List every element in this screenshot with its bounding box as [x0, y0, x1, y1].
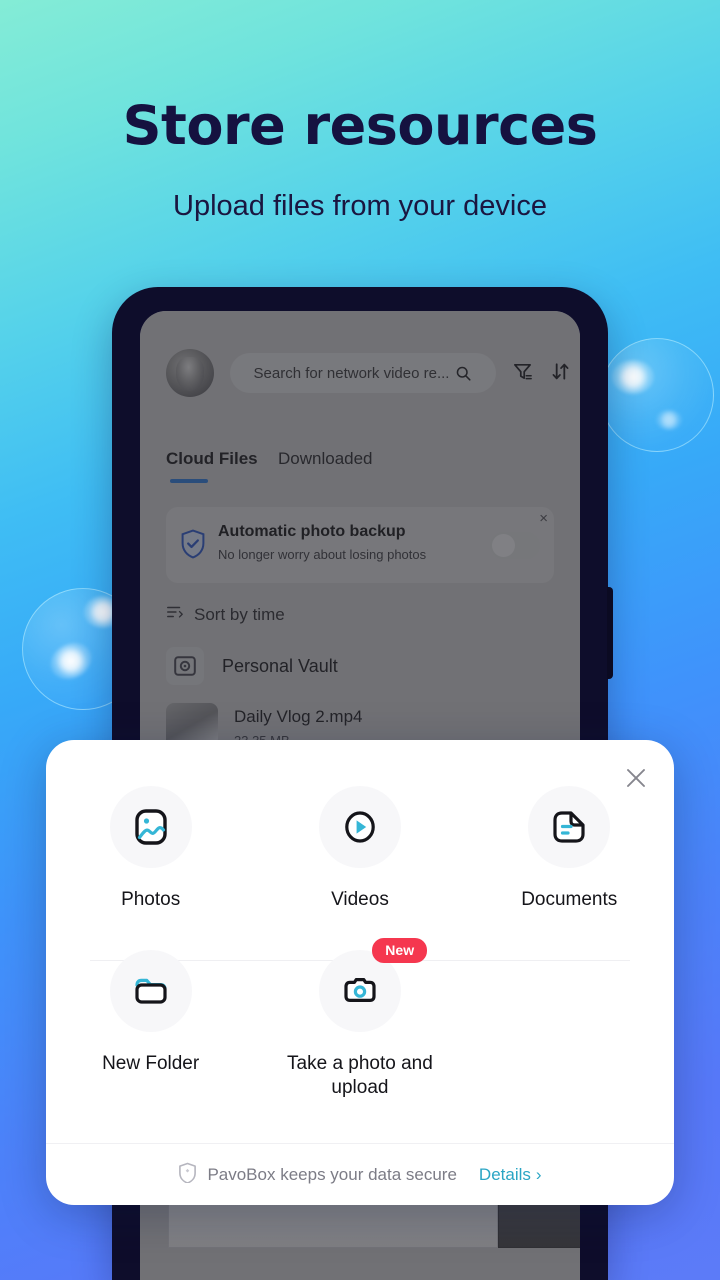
backup-title: Automatic photo backup [218, 523, 406, 540]
backup-subtitle: No longer worry about losing photos [218, 547, 427, 562]
page-title: Store resources [122, 94, 598, 157]
upload-option-label: Photos [121, 889, 181, 910]
upload-options-grid: Photos Videos Documents New Folder New T… [46, 786, 674, 1100]
upload-option-label: Documents [521, 889, 618, 910]
filter-icon[interactable] [512, 361, 533, 387]
upload-option-new-folder[interactable]: New Folder [46, 950, 255, 1100]
backup-banner-close-icon[interactable]: × [539, 511, 548, 526]
chevron-right-icon: › [535, 1164, 542, 1184]
avatar[interactable] [166, 349, 214, 397]
upload-option-videos[interactable]: Videos [255, 786, 464, 912]
search-input[interactable]: Search for network video re... [230, 353, 496, 393]
footer-security-text: PavoBox keeps your data secure [207, 1164, 457, 1184]
upload-option-label: Videos [331, 889, 389, 910]
phone-side-button [607, 587, 613, 679]
tab-active-underline [170, 479, 208, 483]
sort-list-icon [166, 603, 184, 626]
photos-icon [134, 809, 167, 845]
list-item-personal-vault[interactable]: Personal Vault [166, 647, 338, 685]
upload-option-take-photo[interactable]: New Take a photo and upload [255, 938, 464, 1100]
documents-icon [553, 811, 585, 843]
shield-icon [178, 1162, 197, 1188]
upload-option-documents[interactable]: Documents [465, 786, 674, 912]
app-header: Search for network video re... [140, 311, 580, 407]
photos-icon-wrap [109, 786, 192, 868]
upload-option-label: Take a photo and upload [287, 1053, 433, 1098]
new-badge: New [372, 938, 428, 963]
search-icon [457, 366, 472, 381]
videos-icon [345, 811, 375, 843]
footer-details-label: Details [478, 1164, 531, 1184]
page-subtitle: Upload files from your device [173, 190, 547, 222]
app-tabs: Cloud Files Downloaded [140, 449, 580, 493]
search-placeholder: Search for network video re... [253, 364, 450, 382]
sheet-footer: PavoBox keeps your data secure Details › [46, 1143, 674, 1205]
vault-icon [166, 647, 204, 685]
new-folder-icon [135, 978, 167, 1004]
decorative-bubble-right [600, 338, 714, 452]
videos-icon-wrap [318, 786, 401, 868]
footer-details-link[interactable]: Details › [479, 1165, 542, 1185]
sort-toggle-icon[interactable] [550, 361, 571, 387]
automatic-photo-backup-banner[interactable]: Automatic photo backup No longer worry a… [166, 507, 554, 583]
vault-label: Personal Vault [222, 655, 338, 676]
new-folder-icon-wrap [109, 950, 192, 1032]
upload-option-label: New Folder [102, 1053, 200, 1074]
sort-by-time-row[interactable]: Sort by time [166, 603, 285, 626]
backup-toggle-switch[interactable] [490, 532, 540, 559]
file-name: Daily Vlog 2.mp4 [234, 707, 363, 726]
documents-icon-wrap [528, 786, 611, 868]
tab-downloaded[interactable]: Downloaded [278, 449, 373, 469]
tab-cloud-files[interactable]: Cloud Files [166, 449, 258, 469]
upload-options-sheet: Photos Videos Documents New Folder New T… [46, 740, 674, 1205]
sort-row-label: Sort by time [194, 604, 285, 624]
upload-option-empty [465, 950, 674, 1100]
upload-options-row-2: New Folder New Take a photo and upload [46, 938, 674, 1100]
upload-option-photos[interactable]: Photos [46, 786, 255, 912]
upload-options-row-1: Photos Videos Documents [46, 786, 674, 912]
camera-icon [344, 978, 376, 1002]
app-screenshot: Store resources Upload files from your d… [0, 0, 720, 1280]
shield-check-icon [180, 529, 206, 564]
